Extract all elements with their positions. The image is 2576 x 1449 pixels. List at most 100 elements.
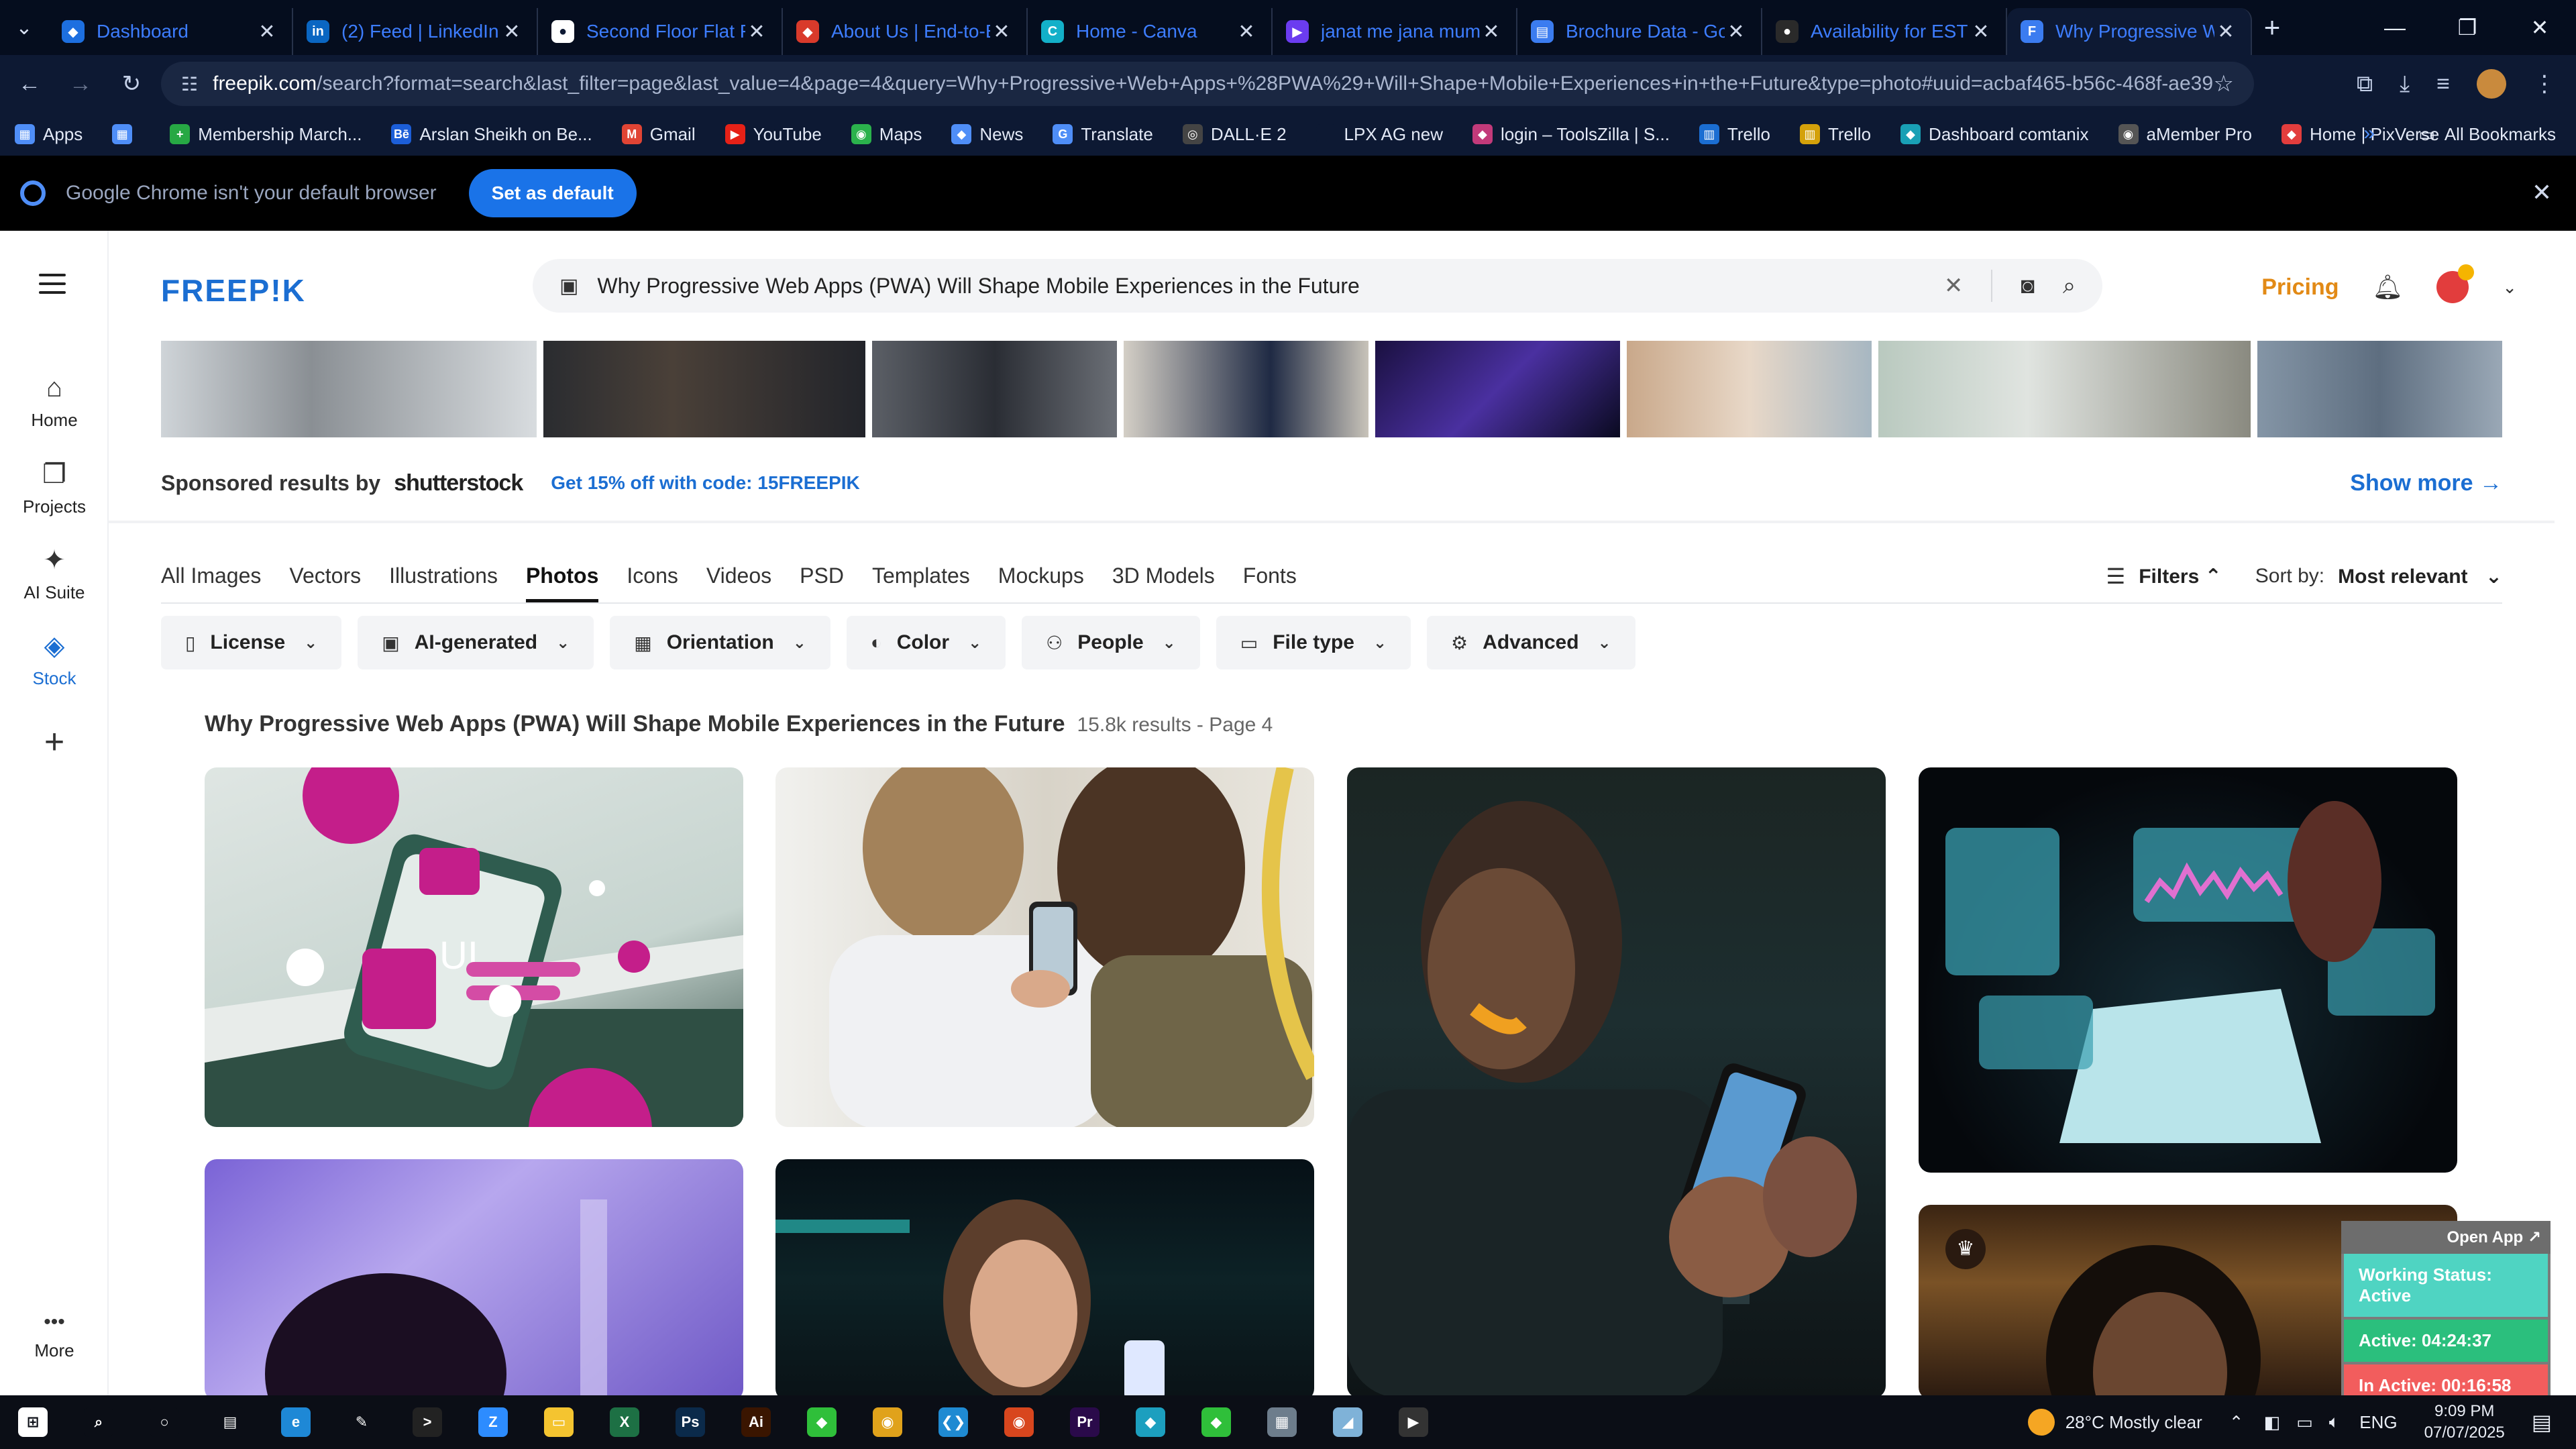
address-bar[interactable]: ☷ freepik.com/search?format=search&last_… xyxy=(161,62,2254,106)
tab-close-icon[interactable]: ✕ xyxy=(990,20,1013,44)
result-image-ui-phone[interactable]: UI xyxy=(205,767,743,1127)
url-text[interactable]: freepik.com/search?format=search&last_fi… xyxy=(213,72,2213,95)
tab-close-icon[interactable]: ✕ xyxy=(500,20,523,44)
pricing-link[interactable]: Pricing xyxy=(2261,274,2339,301)
search-bar[interactable]: ▣ Why Progressive Web Apps (PWA) Will Sh… xyxy=(533,259,2102,313)
set-as-default-button[interactable]: Set as default xyxy=(468,169,637,217)
rail-item-stock[interactable]: ◈ Stock xyxy=(0,631,109,689)
photoshop-icon[interactable]: Ps xyxy=(657,1395,723,1449)
tab-close-icon[interactable]: ✕ xyxy=(1480,20,1503,44)
filter-chip[interactable]: ▯ License ⌄ xyxy=(161,616,342,669)
type-tab[interactable]: Fonts xyxy=(1243,557,1297,602)
app-green-1-icon[interactable]: ◆ xyxy=(789,1395,855,1449)
browser-tab[interactable]: C Home - Canva ✕ xyxy=(1028,8,1273,55)
browser-tab[interactable]: ● Second Floor Flat For✕ xyxy=(538,8,783,55)
bookmark-item[interactable]: M Gmail xyxy=(621,124,696,145)
tab-close-icon[interactable]: ✕ xyxy=(2214,20,2237,44)
browser-tab[interactable]: ▶ janat me jana mumki ✕ xyxy=(1273,8,1517,55)
bookmark-item[interactable]: Bē Arslan Sheikh on Be... xyxy=(391,124,592,145)
browser-tab[interactable]: F Why Progressive Wel✕ xyxy=(2007,8,2252,55)
bookmark-item[interactable]: ◆ Home | PixVerse xyxy=(2282,124,2439,145)
pen-icon[interactable]: ✎ xyxy=(329,1395,394,1449)
download-icon[interactable]: ⤓ xyxy=(2400,71,2410,97)
chevron-down-icon[interactable]: ⌄ xyxy=(2502,277,2517,298)
profile-avatar[interactable] xyxy=(2477,69,2506,99)
search-icon[interactable]: ⌕ xyxy=(2063,273,2076,299)
network-icon[interactable]: ◧ xyxy=(2264,1412,2281,1433)
vscode-icon[interactable]: ❮❯ xyxy=(920,1395,986,1449)
tab-close-icon[interactable]: ✕ xyxy=(745,20,768,44)
bookmark-item[interactable]: ▦ xyxy=(112,124,140,144)
banner-close-icon[interactable]: ✕ xyxy=(2532,178,2552,207)
chrome-2-icon[interactable]: ◉ xyxy=(986,1395,1052,1449)
reload-icon[interactable]: ↻ xyxy=(110,62,153,105)
bookmark-item[interactable]: ▥ Trello xyxy=(1699,124,1770,145)
rail-item-more[interactable]: ••• More xyxy=(0,1311,109,1361)
bookmark-item[interactable]: ◎ DALL·E 2 xyxy=(1182,124,1287,145)
chrome-icon[interactable]: ◉ xyxy=(855,1395,920,1449)
illustrator-icon[interactable]: Ai xyxy=(723,1395,789,1449)
calculator-icon[interactable]: ▦ xyxy=(1249,1395,1315,1449)
forward-arrow-icon[interactable]: → xyxy=(59,62,102,105)
sponsored-image[interactable] xyxy=(161,341,537,437)
filter-chip[interactable]: ▦ Orientation ⌄ xyxy=(610,616,830,669)
type-tab[interactable]: Templates xyxy=(872,557,970,602)
rail-item-add[interactable]: + xyxy=(0,722,109,769)
windows-start-icon[interactable]: ⊞ xyxy=(0,1395,66,1449)
result-image-couple-phone[interactable] xyxy=(775,767,1314,1127)
media-player-icon[interactable]: ▶ xyxy=(1381,1395,1446,1449)
browser-tab[interactable]: ● Availability for EST sh✕ xyxy=(1762,8,2007,55)
browser-tab[interactable]: ▤ Brochure Data - Goo ✕ xyxy=(1517,8,1762,55)
clock[interactable]: 9:09 PM 07/07/2025 xyxy=(2424,1401,2505,1444)
bookmark-item[interactable]: + Membership March... xyxy=(170,124,362,145)
media-controls-icon[interactable]: ≡ xyxy=(2436,71,2450,97)
back-arrow-icon[interactable]: ← xyxy=(8,62,51,105)
bookmark-item[interactable]: ◉ aMember Pro xyxy=(2118,124,2252,145)
type-tab[interactable]: Icons xyxy=(627,557,678,602)
bookmark-item[interactable]: LPX AG new xyxy=(1316,124,1443,145)
hamburger-menu-icon[interactable] xyxy=(39,274,66,294)
explorer-icon[interactable]: ▭ xyxy=(526,1395,592,1449)
site-info-icon[interactable]: ☷ xyxy=(181,73,198,95)
rail-item-ai-suite[interactable]: ✦ AI Suite xyxy=(0,545,109,603)
app-note-icon[interactable]: ◢ xyxy=(1315,1395,1381,1449)
restore-icon[interactable]: ❐ xyxy=(2431,0,2504,55)
tab-close-icon[interactable]: ✕ xyxy=(1235,20,1258,44)
sponsored-image[interactable] xyxy=(1627,341,1872,437)
camera-search-icon[interactable]: ◙ xyxy=(2021,273,2035,299)
sponsored-image[interactable] xyxy=(2257,341,2502,437)
browser-tab[interactable]: ◆ Dashboard ✕ xyxy=(48,8,293,55)
filters-toggle[interactable]: Filters ⌃ xyxy=(2139,565,2222,588)
bookmark-item[interactable]: G Translate xyxy=(1053,124,1153,145)
browser-tab[interactable]: ◆ About Us | End-to-En✕ xyxy=(783,8,1028,55)
result-image-holographic-dashboard[interactable] xyxy=(1919,767,2457,1173)
bookmark-star-icon[interactable]: ☆ xyxy=(2214,70,2234,97)
rail-item-projects[interactable]: ❐ Projects xyxy=(0,459,109,517)
bell-icon[interactable]: 🔔︎ xyxy=(2373,273,2404,301)
display-icon[interactable]: ▭ xyxy=(2296,1412,2313,1433)
sponsored-image[interactable] xyxy=(872,341,1117,437)
filters-icon[interactable]: ☰ xyxy=(2106,564,2126,589)
search-input[interactable]: Why Progressive Web Apps (PWA) Will Shap… xyxy=(597,274,1944,299)
result-image-woman-phone-smile[interactable] xyxy=(775,1159,1314,1401)
sponsored-image[interactable] xyxy=(1124,341,1368,437)
sponsored-image[interactable] xyxy=(1375,341,1620,437)
bookmark-item[interactable]: ◆ News xyxy=(951,124,1023,145)
bookmark-item[interactable]: ▦ Apps xyxy=(15,124,83,145)
premiere-icon[interactable]: Pr xyxy=(1052,1395,1118,1449)
app-diamond-icon[interactable]: ◆ xyxy=(1118,1395,1183,1449)
zoom-icon[interactable]: Z xyxy=(460,1395,526,1449)
tab-search-chevron-icon[interactable]: ⌄ xyxy=(0,0,48,55)
weather-widget[interactable]: 28°C Mostly clear xyxy=(2027,1409,2202,1436)
minimize-icon[interactable]: — xyxy=(2359,0,2431,55)
edge-icon[interactable]: e xyxy=(263,1395,329,1449)
volume-icon[interactable]: 🔈︎ xyxy=(2329,1411,2340,1433)
sponsored-image[interactable] xyxy=(1878,341,2251,437)
type-tab[interactable]: Vectors xyxy=(289,557,361,602)
user-avatar[interactable] xyxy=(2436,264,2475,303)
shutterstock-logo[interactable]: shutterstock xyxy=(394,470,523,496)
type-tab[interactable]: 3D Models xyxy=(1112,557,1215,602)
close-window-icon[interactable]: ✕ xyxy=(2504,0,2576,55)
excel-icon[interactable]: X xyxy=(592,1395,657,1449)
bookmark-item[interactable]: ◉ Maps xyxy=(851,124,922,145)
